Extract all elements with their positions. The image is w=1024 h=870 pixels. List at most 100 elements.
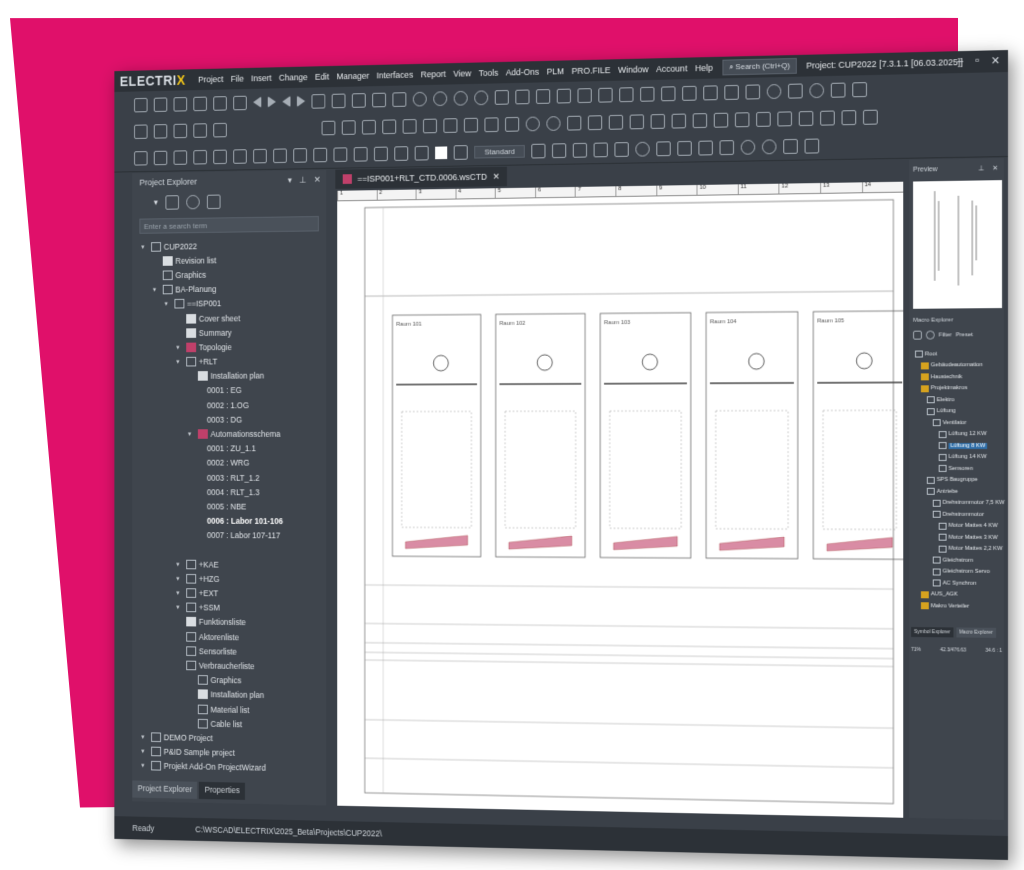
- image-icon[interactable]: [403, 119, 417, 134]
- tree-item[interactable]: 0007 : Labor 107-117: [132, 528, 326, 543]
- tree-item[interactable]: 0002 : WRG: [132, 456, 326, 471]
- macro-tree-icon[interactable]: [913, 331, 922, 340]
- macro-preset-button[interactable]: Preset: [956, 332, 973, 338]
- ellipse-icon[interactable]: [546, 116, 560, 131]
- attribute-icon[interactable]: [672, 113, 686, 128]
- tree-item[interactable]: 0004 : RLT_1.3: [132, 485, 326, 500]
- expand-arrow-icon[interactable]: ▾: [176, 560, 183, 568]
- macro-tree-item[interactable]: AUS_AGK: [911, 589, 1004, 601]
- snap-icon[interactable]: [515, 89, 529, 104]
- draw-ellipse-icon[interactable]: [741, 139, 755, 154]
- preview-pin-icon[interactable]: ⊥: [978, 164, 984, 172]
- flag-icon[interactable]: [842, 110, 857, 125]
- tree-item[interactable]: ▾ +HZG: [132, 571, 326, 587]
- draw-arc2-icon[interactable]: [678, 140, 692, 155]
- close-icon[interactable]: ✕: [314, 174, 321, 185]
- print-icon[interactable]: [233, 95, 247, 110]
- bookmark-icon[interactable]: [863, 109, 878, 124]
- minimize-button[interactable]: –: [957, 55, 963, 68]
- macro-tree-item[interactable]: Lüftung: [911, 406, 1004, 418]
- split-icon[interactable]: [273, 148, 287, 163]
- diagonal-line-icon[interactable]: [615, 142, 629, 157]
- expand-arrow-icon[interactable]: ▾: [176, 344, 183, 352]
- import-icon[interactable]: [852, 82, 867, 97]
- macro-tree-item[interactable]: Haustechnik: [911, 371, 1004, 383]
- snap-point-icon[interactable]: [313, 147, 327, 162]
- menu-window[interactable]: Window: [614, 64, 652, 75]
- menu-file[interactable]: File: [227, 74, 247, 84]
- trim-icon[interactable]: [799, 110, 814, 125]
- project-list-icon[interactable]: [165, 195, 178, 209]
- first-page-icon[interactable]: [282, 96, 290, 108]
- draw-arc-icon[interactable]: [657, 141, 671, 156]
- table-icon[interactable]: [557, 88, 571, 103]
- copy-icon[interactable]: [372, 92, 386, 107]
- zoom-in-icon[interactable]: [413, 91, 427, 106]
- macro-tree-item[interactable]: AC Synchron: [911, 577, 1004, 589]
- maximize-button[interactable]: ▫: [975, 55, 979, 68]
- move-icon[interactable]: [213, 149, 227, 164]
- mirror-icon[interactable]: [735, 112, 749, 127]
- expand-arrow-icon[interactable]: ▾: [176, 589, 183, 597]
- polyline-icon[interactable]: [484, 117, 498, 132]
- macro-tree-item[interactable]: SPS Baugruppe: [911, 474, 1004, 486]
- menu-account[interactable]: Account: [652, 63, 691, 74]
- dropdown-arrow-icon[interactable]: ▾: [154, 197, 158, 208]
- preview-close-icon[interactable]: ✕: [992, 164, 998, 172]
- copy-project-icon[interactable]: [207, 194, 221, 209]
- tree-item[interactable]: Summary: [132, 325, 326, 341]
- wire-icon[interactable]: [619, 87, 633, 102]
- menu-plm[interactable]: PLM: [543, 66, 568, 76]
- last-page-icon[interactable]: [297, 95, 305, 107]
- draw-ring-icon[interactable]: [762, 139, 777, 154]
- menu-interfaces[interactable]: Interfaces: [373, 70, 417, 81]
- menu-project[interactable]: Project: [195, 74, 228, 84]
- macro-tree-item[interactable]: Elektro: [911, 394, 1004, 406]
- grid-dots-icon[interactable]: [134, 151, 147, 165]
- tree-item[interactable]: 0001 : EG: [132, 383, 326, 398]
- macro-tree-item[interactable]: Gleichstrom Servo: [911, 566, 1004, 578]
- macro-tree-item[interactable]: Lüftung 12 KW: [911, 429, 1004, 441]
- settings-icon[interactable]: [788, 83, 803, 98]
- grid-icon[interactable]: [495, 89, 509, 104]
- tab-macro-explorer[interactable]: Macro Explorer: [956, 627, 996, 637]
- draw-circle-icon[interactable]: [636, 141, 650, 156]
- stretch-icon[interactable]: [233, 149, 247, 164]
- menu-edit[interactable]: Edit: [311, 72, 333, 82]
- macro-tree-item[interactable]: Ventilator: [911, 417, 1004, 429]
- textbox-icon[interactable]: [594, 142, 608, 157]
- tree-item[interactable]: ▾ Automationsschema: [132, 427, 326, 442]
- macro-tree-item[interactable]: Lüftung 8 KW: [911, 440, 1004, 452]
- expand-arrow-icon[interactable]: ▾: [141, 748, 148, 756]
- expand-arrow-icon[interactable]: ▾: [176, 604, 183, 612]
- macro-tree-item[interactable]: Root: [911, 348, 1004, 360]
- tab-properties[interactable]: Properties: [199, 782, 245, 800]
- symbol-icon[interactable]: [578, 88, 592, 103]
- circle-icon[interactable]: [526, 116, 540, 131]
- line-width-icon[interactable]: [374, 146, 388, 161]
- cable-icon[interactable]: [640, 86, 654, 101]
- select-icon[interactable]: [193, 149, 207, 164]
- pointer-icon[interactable]: [532, 143, 546, 158]
- tree-item[interactable]: 0003 : DG: [132, 412, 326, 427]
- search-box[interactable]: ⌕ Search (Ctrl+Q): [722, 58, 796, 75]
- plc-icon[interactable]: [682, 85, 696, 100]
- macro-tree-item[interactable]: Gebäudeautomation: [911, 360, 1004, 372]
- connect-icon[interactable]: [174, 123, 188, 138]
- macro-filter-button[interactable]: Filter: [939, 332, 952, 338]
- export-icon[interactable]: [831, 82, 846, 97]
- area-icon[interactable]: [630, 114, 644, 129]
- expand-arrow-icon[interactable]: ▾: [188, 430, 195, 438]
- undo-icon[interactable]: [312, 94, 326, 109]
- triangle-icon[interactable]: [567, 115, 581, 130]
- group-icon[interactable]: [693, 113, 707, 128]
- text-small-icon[interactable]: [573, 142, 587, 157]
- fill-color-icon[interactable]: [415, 145, 429, 160]
- tree-item[interactable]: 0001 : ZU_1.1: [132, 441, 326, 456]
- close-button[interactable]: ✕: [991, 54, 1000, 67]
- draw-curve-icon[interactable]: [699, 140, 713, 155]
- macro-refresh-icon[interactable]: [926, 331, 935, 340]
- macro-tree-item[interactable]: Antriebe: [911, 486, 1004, 498]
- draw-rect-icon[interactable]: [784, 138, 799, 153]
- macro-tree-item[interactable]: Drehstrommotor: [911, 509, 1004, 521]
